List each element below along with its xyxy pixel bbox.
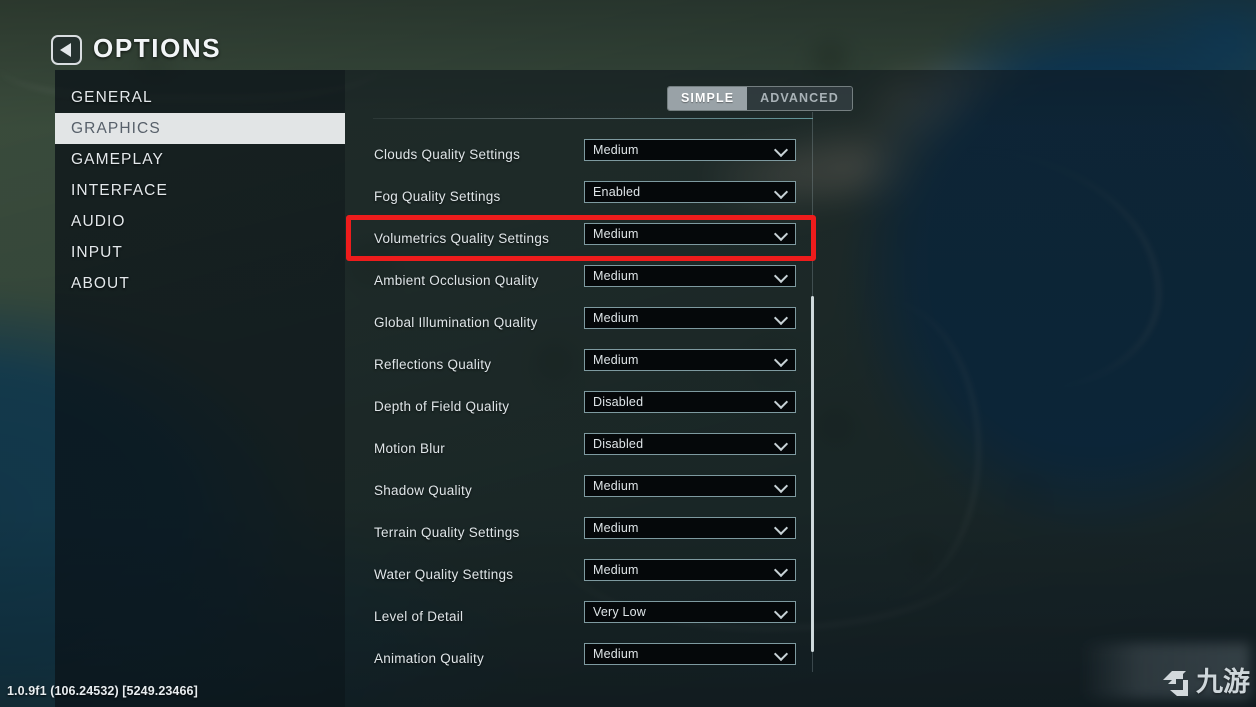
sidebar-item-input[interactable]: INPUT [55, 237, 345, 268]
setting-label: Motion Blur [374, 441, 446, 456]
setting-dropdown[interactable]: Enabled [584, 181, 796, 203]
setting-row: Shadow Quality Medium [345, 474, 815, 516]
chevron-down-icon [773, 142, 789, 158]
sidebar-item-label: AUDIO [71, 213, 126, 230]
options-screen: OPTIONS GENERAL GRAPHICS GAMEPLAY INTERFACE… [0, 0, 1256, 707]
setting-dropdown[interactable]: Very Low [584, 601, 796, 623]
chevron-down-icon [773, 562, 789, 578]
setting-dropdown[interactable]: Medium [584, 307, 796, 329]
setting-row: Fog Quality Settings Enabled [345, 180, 815, 222]
setting-dropdown[interactable]: Medium [584, 643, 796, 665]
chevron-down-icon [773, 310, 789, 326]
chevron-down-icon [773, 646, 789, 662]
setting-row: Global Illumination Quality Medium [345, 306, 815, 348]
setting-value: Disabled [593, 395, 644, 409]
settings-list: Clouds Quality Settings Medium Fog Quality… [345, 138, 815, 684]
setting-value: Medium [593, 521, 639, 535]
sidebar-nav: GENERAL GRAPHICS GAMEPLAY INTERFACE AUDIO INP… [55, 82, 345, 299]
setting-value: Medium [593, 311, 639, 325]
setting-label: Level of Detail [374, 609, 464, 624]
setting-row: Clouds Quality Settings Medium [345, 138, 815, 180]
setting-label: Volumetrics Quality Settings [374, 231, 550, 246]
sidebar-item-gameplay[interactable]: GAMEPLAY [55, 144, 345, 175]
setting-label: Clouds Quality Settings [374, 147, 521, 162]
back-triangle-icon [60, 43, 71, 57]
setting-value: Enabled [593, 185, 641, 199]
setting-label: Terrain Quality Settings [374, 525, 520, 540]
setting-value: Medium [593, 353, 639, 367]
setting-label: Reflections Quality [374, 357, 492, 372]
setting-value: Medium [593, 563, 639, 577]
chevron-down-icon [773, 184, 789, 200]
sidebar-item-label: GRAPHICS [71, 120, 161, 137]
tab-simple[interactable]: SIMPLE [668, 87, 748, 110]
setting-label: Fog Quality Settings [374, 189, 501, 204]
sidebar-item-interface[interactable]: INTERFACE [55, 175, 345, 206]
setting-dropdown[interactable]: Medium [584, 223, 796, 245]
sidebar-item-label: GENERAL [71, 89, 153, 106]
setting-dropdown[interactable]: Medium [584, 139, 796, 161]
setting-value: Medium [593, 269, 639, 283]
setting-dropdown[interactable]: Medium [584, 475, 796, 497]
watermark-text: 九游 [1196, 666, 1250, 697]
setting-row: Animation Quality Medium [345, 642, 815, 684]
chevron-down-icon [773, 226, 789, 242]
sidebar-item-label: INPUT [71, 244, 123, 261]
tab-advanced[interactable]: ADVANCED [747, 87, 852, 110]
setting-value: Medium [593, 143, 639, 157]
setting-row: Reflections Quality Medium [345, 348, 815, 390]
chevron-down-icon [773, 478, 789, 494]
mode-toggle-group: SIMPLE ADVANCED [667, 86, 853, 111]
header-bar: OPTIONS [0, 0, 1256, 70]
page-title: OPTIONS [93, 33, 222, 63]
setting-dropdown[interactable]: Disabled [584, 433, 796, 455]
setting-value: Medium [593, 227, 639, 241]
sidebar-item-label: GAMEPLAY [71, 151, 164, 168]
sidebar-item-general[interactable]: GENERAL [55, 82, 345, 113]
setting-value: Medium [593, 647, 639, 661]
setting-dropdown[interactable]: Disabled [584, 391, 796, 413]
sidebar-item-audio[interactable]: AUDIO [55, 206, 345, 237]
setting-row: Water Quality Settings Medium [345, 558, 815, 600]
setting-value: Medium [593, 479, 639, 493]
setting-row: Motion Blur Disabled [345, 432, 815, 474]
chevron-down-icon [773, 268, 789, 284]
version-label: 1.0.9f1 (106.24532) [5249.23466] [7, 684, 198, 698]
setting-row: Terrain Quality Settings Medium [345, 516, 815, 558]
setting-row: Level of Detail Very Low [345, 600, 815, 642]
setting-dropdown[interactable]: Medium [584, 349, 796, 371]
chevron-down-icon [773, 520, 789, 536]
setting-row: Depth of Field Quality Disabled [345, 390, 815, 432]
settings-content: SIMPLE ADVANCED Clouds Quality Settings M… [345, 70, 853, 707]
chevron-down-icon [773, 394, 789, 410]
setting-label: Global Illumination Quality [374, 315, 538, 330]
sidebar-item-about[interactable]: ABOUT [55, 268, 345, 299]
setting-dropdown[interactable]: Medium [584, 517, 796, 539]
back-button[interactable] [51, 35, 82, 65]
jiuyou-g-logo-icon [1163, 671, 1188, 696]
setting-label: Animation Quality [374, 651, 485, 666]
setting-row: Volumetrics Quality Settings Medium [345, 222, 815, 264]
chevron-down-icon [773, 352, 789, 368]
content-divider [373, 118, 813, 119]
setting-value: Disabled [593, 437, 644, 451]
setting-row: Ambient Occlusion Quality Medium [345, 264, 815, 306]
setting-label: Depth of Field Quality [374, 399, 510, 414]
setting-label: Shadow Quality [374, 483, 473, 498]
chevron-down-icon [773, 604, 789, 620]
setting-label: Water Quality Settings [374, 567, 514, 582]
chevron-down-icon [773, 436, 789, 452]
sidebar-item-label: INTERFACE [71, 182, 168, 199]
sidebar-item-label: ABOUT [71, 275, 130, 292]
setting-value: Very Low [593, 605, 647, 619]
setting-dropdown[interactable]: Medium [584, 559, 796, 581]
sidebar-item-graphics[interactable]: GRAPHICS [55, 113, 345, 144]
setting-label: Ambient Occlusion Quality [374, 273, 539, 288]
setting-dropdown[interactable]: Medium [584, 265, 796, 287]
settings-scrollbar-thumb[interactable] [811, 296, 814, 652]
watermark: 九游 [1080, 643, 1250, 699]
